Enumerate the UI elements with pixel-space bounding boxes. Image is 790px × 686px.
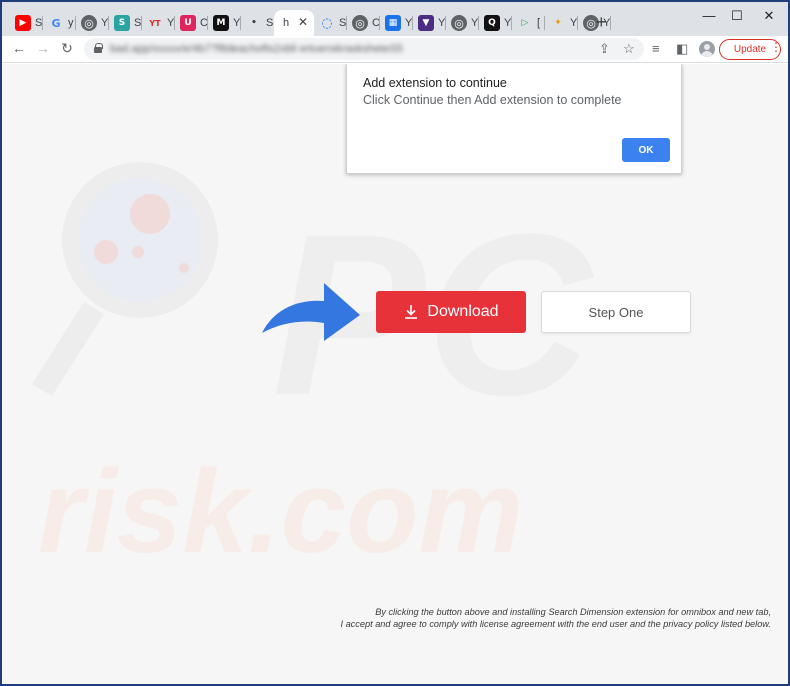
yt-text-icon: YT — [149, 18, 161, 28]
forward-icon[interactable]: → — [34, 40, 52, 56]
tab-title: y — [68, 17, 74, 29]
new-tab-button[interactable]: + — [596, 13, 607, 31]
globe-icon: ◎ — [352, 15, 368, 31]
blank-icon: • — [251, 18, 257, 28]
extension-dialog: Add extension to continue Click Continue… — [346, 64, 682, 174]
page-content: PC risk.com Add extension to continue Cl… — [2, 64, 788, 684]
disclaimer-line-1: By clicking the button above and install… — [375, 607, 771, 617]
minimize-icon[interactable]: — — [694, 8, 724, 23]
tab[interactable]: Gy — [43, 10, 76, 36]
pinwheel-icon: ✦ — [554, 18, 562, 28]
q-icon: Q — [484, 15, 500, 31]
close-window-icon[interactable]: ✕ — [754, 8, 784, 24]
swirl-icon: S — [114, 15, 130, 31]
loading-icon: ◌ — [321, 15, 333, 31]
ok-button[interactable]: OK — [622, 138, 670, 162]
tab[interactable]: ▼ Y — [413, 10, 446, 36]
tab-title: S — [266, 17, 274, 29]
watermark-domain-text: risk.com — [38, 446, 523, 578]
tab[interactable]: ▦ Y — [380, 10, 413, 36]
tab-strip: ▶ S Gy ◎ Y S S YT Y U C M Y • Sh ✕ ◌ S ◎ C ▦ Y ▼ Y ◎ Y Q Y ▷[✦ Y ◎ Y — [2, 2, 788, 36]
globe-icon: ◎ — [451, 15, 467, 31]
url-text: bad.app/xxxxx/e/4b7?f8deachofts2xbli ert… — [110, 43, 403, 55]
bookmark-icon: ▼ — [418, 15, 434, 31]
maximize-icon[interactable]: ☐ — [722, 8, 752, 24]
pocket-icon: U — [180, 15, 196, 31]
download-label: Download — [427, 303, 499, 320]
bookmark-star-icon[interactable]: ☆ — [623, 41, 635, 57]
tab[interactable]: ◎ Y — [76, 10, 109, 36]
youtube-icon: ▶ — [15, 15, 31, 31]
tab[interactable]: UC — [175, 10, 208, 36]
reload-icon[interactable]: ↻ — [58, 40, 76, 57]
curved-arrow-icon — [262, 283, 360, 341]
tab[interactable]: ▷[ — [512, 10, 545, 36]
profile-avatar-icon[interactable] — [699, 41, 715, 57]
tab-title: h — [283, 17, 290, 29]
news-icon: M — [213, 15, 229, 31]
dialog-title: Add extension to continue — [363, 76, 507, 90]
side-panel-icon[interactable]: ◧ — [676, 41, 688, 57]
disclaimer-text: By clicking the button above and install… — [211, 606, 771, 630]
download-icon — [405, 305, 418, 319]
tab[interactable]: ✦ Y — [545, 10, 578, 36]
tab[interactable]: ◌ S — [314, 10, 347, 36]
tab[interactable]: • S — [241, 10, 274, 36]
address-bar[interactable]: bad.app/xxxxx/e/4b7?f8deachofts2xbli ert… — [84, 38, 644, 60]
tab-active[interactable]: h ✕ — [274, 10, 314, 36]
tab[interactable]: SS — [109, 10, 142, 36]
tab-title: [ — [537, 17, 541, 29]
tab-close-icon[interactable]: ✕ — [298, 15, 308, 29]
back-icon[interactable]: ← — [10, 40, 28, 56]
media-controls-icon[interactable]: ≡ — [652, 41, 660, 56]
google-icon: G — [51, 16, 61, 30]
tab[interactable]: ▶ S — [10, 10, 43, 36]
disclaimer-line-2: I accept and agree to comply with licens… — [340, 619, 771, 629]
step-one-button[interactable]: Step One — [541, 291, 691, 333]
globe-icon: ◎ — [81, 15, 97, 31]
menu-kebab-icon[interactable]: ⋮ — [770, 40, 782, 54]
play-icon: ▷ — [521, 18, 529, 28]
tab[interactable]: ◎ Y — [446, 10, 479, 36]
tab[interactable]: YT Y — [142, 10, 175, 36]
tab[interactable]: QY — [479, 10, 512, 36]
tab[interactable]: ◎ C — [347, 10, 380, 36]
dialog-message: Click Continue then Add extension to com… — [363, 93, 622, 107]
lock-icon[interactable] — [94, 43, 103, 53]
browser-toolbar: ← → ↻ bad.app/xxxxx/e/4b7?f8deachofts2xb… — [2, 36, 788, 63]
apps-icon: ▦ — [385, 15, 401, 31]
tab[interactable]: MY — [208, 10, 241, 36]
tab-separator — [610, 16, 611, 30]
download-button[interactable]: Download — [376, 291, 526, 333]
share-icon[interactable]: ⇪ — [599, 41, 610, 57]
browser-window: ▶ S Gy ◎ Y S S YT Y U C M Y • Sh ✕ ◌ S ◎ C ▦ Y ▼ Y ◎ Y Q Y ▷[✦ Y ◎ Y + … — [2, 2, 788, 684]
